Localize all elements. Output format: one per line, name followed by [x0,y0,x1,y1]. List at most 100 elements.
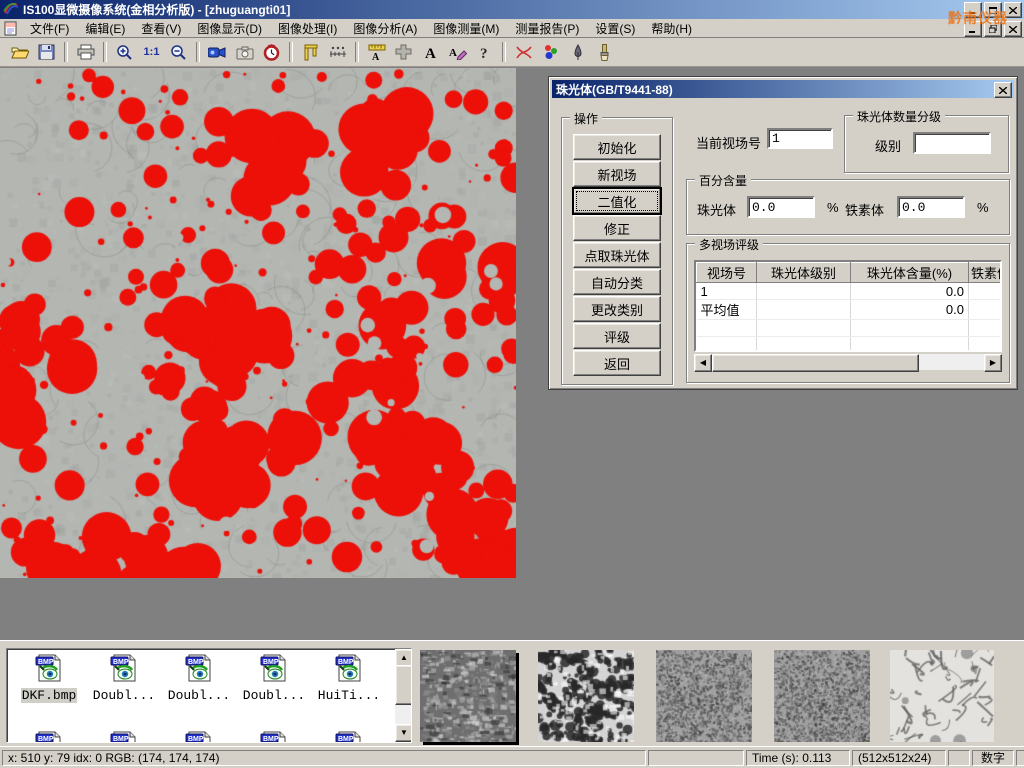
scroll-right-icon[interactable]: ▶ [984,354,1002,372]
file-item[interactable]: BMP [163,729,235,743]
count-icon[interactable] [538,41,563,64]
video-camera-icon[interactable] [205,41,230,64]
metallograph-image[interactable] [0,68,516,578]
camera-icon[interactable] [232,41,257,64]
change-class-button[interactable]: 更改类别 [573,296,661,322]
ferrite-percent-input[interactable] [897,196,965,218]
file-item[interactable]: BMP [313,729,385,743]
menu-view[interactable]: 查看(V) [133,19,189,38]
stamp-icon[interactable] [391,41,416,64]
thumbnail-5[interactable] [890,650,994,742]
table-row [697,320,1003,337]
close-button[interactable] [1004,2,1022,18]
file-item[interactable]: BMPDoubl... [163,652,235,703]
rate-button[interactable]: 评级 [573,323,661,349]
ferrite-label: 铁素体 [845,200,884,219]
scrollbar-thumb[interactable] [395,665,412,705]
child-restore-button[interactable] [984,21,1002,37]
col-pearlite-grade[interactable]: 珠光体级别 [757,263,851,283]
toolbar-separator [355,42,359,62]
menu-image-measure[interactable]: 图像测量(M) [425,19,507,38]
ferrite-unit: % [977,200,989,215]
pick-pearlite-button[interactable]: 点取珠光体 [573,242,661,268]
thumbnail-2[interactable] [538,650,634,742]
scrollbar-thumb[interactable] [712,354,919,372]
child-close-button[interactable] [1004,21,1022,37]
help-icon[interactable]: ? [472,41,497,64]
thumbnail-3[interactable] [656,650,752,742]
return-button[interactable]: 返回 [573,350,661,376]
col-field-no[interactable]: 视场号 [697,263,757,283]
current-view-input[interactable] [767,128,833,149]
menu-image-process[interactable]: 图像处理(I) [270,19,345,38]
zoom-in-icon[interactable] [112,41,137,64]
menu-edit[interactable]: 编辑(E) [77,19,133,38]
application-window: IS100显微摄像系统(金相分析版) - [zhuguangti01] 黔南仪器… [0,0,1024,768]
table-horizontal-scrollbar[interactable]: ◀ ▶ [694,354,1002,370]
col-ferrite-content[interactable]: 铁素体含量(%) [969,263,1003,283]
table-row[interactable]: 平均值 0.0 [697,300,1003,320]
new-field-button[interactable]: 新视场 [573,161,661,187]
menu-report[interactable]: 测量报告(P) [507,19,587,38]
timer-icon[interactable] [259,41,284,64]
ruler-icon[interactable] [325,41,350,64]
status-empty-2 [948,750,970,766]
file-item[interactable]: BMP [13,729,85,743]
svg-text:A: A [425,46,436,60]
scroll-left-icon[interactable]: ◀ [694,354,712,372]
pen-icon[interactable] [565,41,590,64]
percent-legend: 百分含量 [695,172,751,189]
multi-field-group: 多视场评级 视场号 珠光体级别 珠光体含量(%) 铁素体含量(%) 1 0.0 [686,243,1010,383]
text-icon[interactable]: A [418,41,443,64]
col-pearlite-content[interactable]: 珠光体含量(%) [851,263,969,283]
document-icon[interactable] [3,21,18,36]
file-item[interactable]: BMPDoubl... [238,652,310,703]
menu-help[interactable]: 帮助(H) [643,19,700,38]
file-item[interactable]: BMPDKF.bmp [13,652,85,703]
zoom-out-icon[interactable] [166,41,191,64]
menu-image-display[interactable]: 图像显示(D) [189,19,270,38]
scroll-down-icon[interactable]: ▼ [395,724,412,742]
svg-text:BMP: BMP [338,659,354,666]
bmp-file-icon: BMP [107,673,141,687]
menu-settings[interactable]: 设置(S) [587,19,643,38]
thumbnail-4[interactable] [774,650,870,742]
pearlite-percent-input[interactable] [747,196,815,218]
save-icon[interactable] [34,41,59,64]
minimize-button[interactable] [964,2,982,18]
grade-input[interactable] [913,132,991,154]
annotate-icon[interactable]: A [445,41,470,64]
init-button[interactable]: 初始化 [573,134,661,160]
operation-legend: 操作 [570,110,602,127]
svg-text:BMP: BMP [38,736,54,743]
file-item[interactable]: BMP [238,729,310,743]
maximize-button[interactable] [984,2,1002,18]
open-icon[interactable] [7,41,32,64]
rating-table[interactable]: 视场号 珠光体级别 珠光体含量(%) 铁素体含量(%) 1 0.0 平均值 0.… [694,260,1002,352]
caliper-icon[interactable] [298,41,323,64]
brush-icon[interactable] [592,41,617,64]
file-item[interactable]: BMP [88,729,160,743]
dialog-close-icon[interactable] [994,82,1012,98]
table-row[interactable]: 1 0.0 [697,283,1003,300]
measure-text-icon[interactable]: A [364,41,389,64]
auto-classify-button[interactable]: 自动分类 [573,269,661,295]
actual-size-icon[interactable]: 1:1 [139,41,164,64]
file-item[interactable]: BMPDoubl... [88,652,160,703]
curve-icon[interactable] [511,41,536,64]
status-position: x: 510 y: 79 idx: 0 RGB: (174, 174, 174) [2,750,646,766]
print-icon[interactable] [73,41,98,64]
toolbar-separator [196,42,200,62]
menu-image-analysis[interactable]: 图像分析(A) [345,19,425,38]
menu-file[interactable]: 文件(F) [22,19,77,38]
toolbar-separator [103,42,107,62]
thumbnail-1[interactable] [420,650,516,742]
binarize-button[interactable]: 二值化 [573,188,661,214]
toolbar-separator [289,42,293,62]
file-item[interactable]: BMPHuiTi... [313,652,385,703]
child-minimize-button[interactable] [964,21,982,37]
svg-text:BMP: BMP [263,736,279,743]
correct-button[interactable]: 修正 [573,215,661,241]
file-list[interactable]: BMPDKF.bmp BMPDoubl... BMPDoubl... BMPDo… [6,648,412,743]
file-list-scrollbar[interactable]: ▲ ▼ [395,649,411,742]
